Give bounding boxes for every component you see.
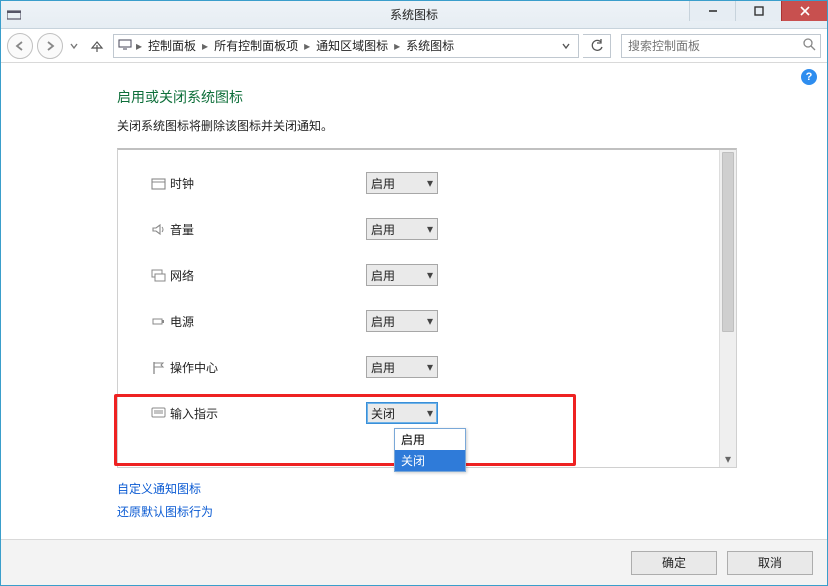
breadcrumb-sep-icon: ▸ bbox=[304, 39, 310, 53]
select-value: 启用 bbox=[371, 267, 395, 284]
ok-button[interactable]: 确定 bbox=[631, 551, 717, 575]
nav-history-dropdown[interactable] bbox=[67, 33, 81, 59]
ime-icon bbox=[146, 407, 170, 419]
ime-dropdown-list[interactable]: 启用 关闭 bbox=[394, 428, 466, 472]
chevron-down-icon: ▾ bbox=[427, 222, 433, 236]
page-title: 启用或关闭系统图标 bbox=[117, 87, 791, 107]
setting-row-power: 电源 启用 ▾ bbox=[146, 298, 708, 344]
chevron-down-icon: ▾ bbox=[427, 406, 433, 420]
nav-up-button[interactable] bbox=[85, 34, 109, 58]
chevron-down-icon: ▾ bbox=[427, 268, 433, 282]
setting-row-action-center: 操作中心 启用 ▾ bbox=[146, 344, 708, 390]
setting-label: 输入指示 bbox=[170, 405, 366, 422]
select-value: 启用 bbox=[371, 359, 395, 376]
setting-select-network[interactable]: 启用 ▾ bbox=[366, 264, 438, 286]
chevron-down-icon: ▾ bbox=[427, 314, 433, 328]
vertical-scrollbar[interactable]: ▴ ▾ bbox=[719, 150, 736, 467]
link-restore-defaults[interactable]: 还原默认图标行为 bbox=[117, 503, 791, 520]
setting-label: 操作中心 bbox=[170, 359, 366, 376]
window-controls bbox=[689, 1, 827, 21]
breadcrumb-sep-icon: ▸ bbox=[136, 39, 142, 53]
breadcrumb-sep-icon: ▸ bbox=[202, 39, 208, 53]
cancel-button[interactable]: 取消 bbox=[727, 551, 813, 575]
dialog-footer: 确定 取消 bbox=[1, 539, 827, 585]
minimize-button[interactable] bbox=[689, 1, 735, 21]
volume-icon bbox=[146, 222, 170, 237]
setting-row-clock: 时钟 启用 ▾ bbox=[146, 160, 708, 206]
breadcrumb-item[interactable]: 通知区域图标 bbox=[314, 35, 390, 56]
select-value: 启用 bbox=[371, 221, 395, 238]
flag-icon bbox=[146, 360, 170, 375]
window-app-icon bbox=[1, 1, 27, 28]
dropdown-option-enable[interactable]: 启用 bbox=[395, 429, 465, 450]
network-icon bbox=[146, 268, 170, 283]
breadcrumb-item[interactable]: 所有控制面板项 bbox=[212, 35, 300, 56]
setting-row-network: 网络 启用 ▾ bbox=[146, 252, 708, 298]
related-links: 自定义通知图标 还原默认图标行为 bbox=[117, 480, 791, 520]
setting-label: 时钟 bbox=[170, 175, 366, 192]
navigation-bar: ▸ 控制面板 ▸ 所有控制面板项 ▸ 通知区域图标 ▸ 系统图标 bbox=[1, 29, 827, 63]
scrollbar-thumb[interactable] bbox=[722, 152, 734, 332]
refresh-button[interactable] bbox=[583, 34, 611, 58]
monitor-icon bbox=[118, 38, 132, 53]
settings-list: 时钟 启用 ▾ 音量 启用 ▾ 网络 启用 ▾ 电源 启用 ▾ 操作中心 启用 ▾ bbox=[117, 148, 737, 468]
maximize-button[interactable] bbox=[735, 1, 781, 21]
setting-select-ime[interactable]: 关闭 ▾ bbox=[366, 402, 438, 424]
setting-select-clock[interactable]: 启用 ▾ bbox=[366, 172, 438, 194]
setting-select-action-center[interactable]: 启用 ▾ bbox=[366, 356, 438, 378]
breadcrumb-item[interactable]: 控制面板 bbox=[146, 35, 198, 56]
help-icon[interactable]: ? bbox=[801, 69, 817, 85]
select-value: 启用 bbox=[371, 175, 395, 192]
breadcrumb-item[interactable]: 系统图标 bbox=[404, 35, 456, 56]
setting-label: 电源 bbox=[170, 313, 366, 330]
clock-icon bbox=[146, 176, 170, 191]
setting-label: 网络 bbox=[170, 267, 366, 284]
setting-select-power[interactable]: 启用 ▾ bbox=[366, 310, 438, 332]
close-button[interactable] bbox=[781, 1, 827, 21]
search-box[interactable] bbox=[621, 34, 821, 58]
select-value: 关闭 bbox=[371, 405, 395, 422]
dropdown-option-disable[interactable]: 关闭 bbox=[395, 450, 465, 471]
address-dropdown-icon[interactable] bbox=[558, 39, 574, 53]
setting-label: 音量 bbox=[170, 221, 366, 238]
setting-select-volume[interactable]: 启用 ▾ bbox=[366, 218, 438, 240]
chevron-down-icon: ▾ bbox=[427, 360, 433, 374]
select-value: 启用 bbox=[371, 313, 395, 330]
chevron-down-icon: ▾ bbox=[427, 176, 433, 190]
breadcrumb-sep-icon: ▸ bbox=[394, 39, 400, 53]
power-icon bbox=[146, 314, 170, 329]
nav-forward-button[interactable] bbox=[37, 33, 63, 59]
setting-row-volume: 音量 启用 ▾ bbox=[146, 206, 708, 252]
page-subtitle: 关闭系统图标将删除该图标并关闭通知。 bbox=[117, 117, 791, 134]
address-bar[interactable]: ▸ 控制面板 ▸ 所有控制面板项 ▸ 通知区域图标 ▸ 系统图标 bbox=[113, 34, 579, 58]
scrollbar-down-icon[interactable]: ▾ bbox=[720, 451, 736, 467]
search-icon bbox=[803, 38, 816, 54]
nav-back-button[interactable] bbox=[7, 33, 33, 59]
link-customize-icons[interactable]: 自定义通知图标 bbox=[117, 480, 791, 497]
content-area: ? 启用或关闭系统图标 关闭系统图标将删除该图标并关闭通知。 时钟 启用 ▾ 音量… bbox=[1, 63, 827, 539]
titlebar: 系统图标 bbox=[1, 1, 827, 29]
search-input[interactable] bbox=[626, 38, 803, 54]
